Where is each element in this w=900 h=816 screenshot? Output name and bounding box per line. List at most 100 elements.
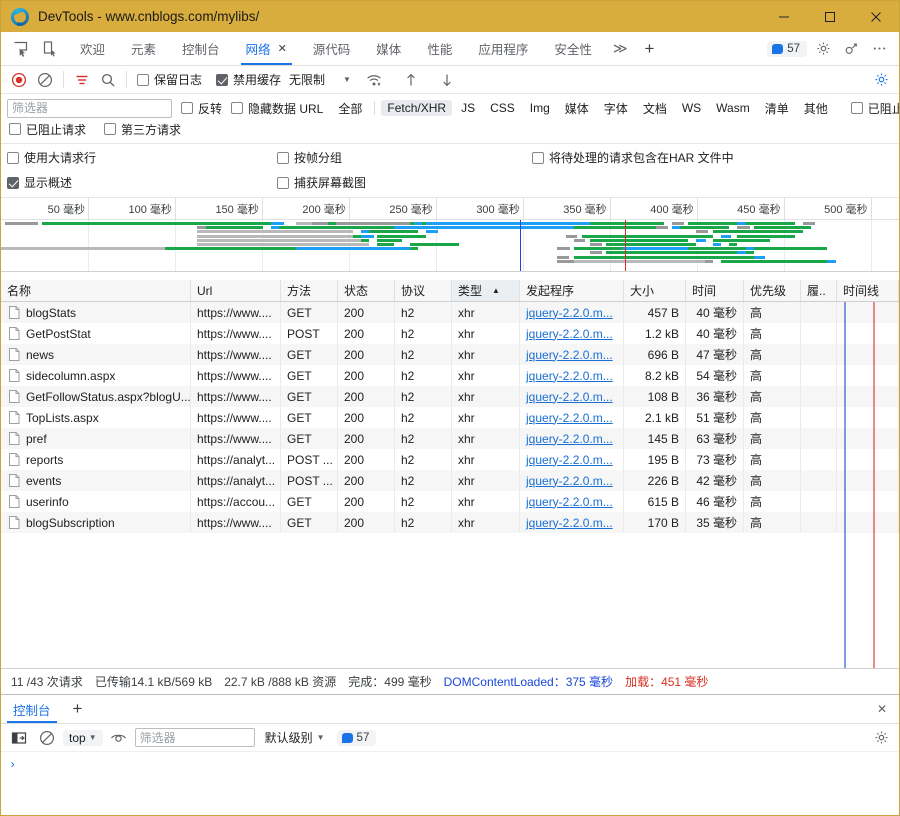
- cell-initiator[interactable]: jquery-2.2.0.m...: [520, 407, 624, 428]
- table-row[interactable]: userinfo https://accou... GET 200 h2 xhr jquer…: [1, 491, 899, 512]
- table-row[interactable]: GetFollowStatus.aspx?blogU... https://www…: [1, 386, 899, 407]
- type-filter-img[interactable]: Img: [524, 100, 556, 116]
- filter-toggle-icon[interactable]: [70, 69, 94, 91]
- type-filter-other[interactable]: 其他: [798, 99, 834, 118]
- tab-elements[interactable]: 元素: [118, 32, 169, 65]
- drawer-add-tab-button[interactable]: +: [63, 695, 93, 723]
- throttling-dropdown[interactable]: 无限制 ▼: [289, 71, 351, 88]
- more-tabs-icon[interactable]: ≫: [605, 32, 636, 65]
- tab-sources[interactable]: 源代码: [300, 32, 364, 65]
- table-row[interactable]: news https://www.... GET 200 h2 xhr jquery-2.2…: [1, 344, 899, 365]
- cell-initiator[interactable]: jquery-2.2.0.m...: [520, 365, 624, 386]
- column-header-3[interactable]: 方法: [281, 280, 338, 301]
- console-level-selector[interactable]: 默认级别 ▼: [265, 729, 325, 746]
- cell-initiator[interactable]: jquery-2.2.0.m...: [520, 344, 624, 365]
- column-header-11[interactable]: 履..: [801, 280, 837, 301]
- table-row[interactable]: sidecolumn.aspx https://www.... GET 200 h2 xh…: [1, 365, 899, 386]
- add-tab-button[interactable]: +: [636, 32, 664, 65]
- column-header-10[interactable]: 优先级: [744, 280, 801, 301]
- settings-gear-icon[interactable]: [811, 37, 835, 61]
- third-party-checkbox[interactable]: 第三方请求: [104, 121, 181, 138]
- customize-icon[interactable]: [839, 37, 863, 61]
- table-row[interactable]: TopLists.aspx https://www.... GET 200 h2 xhr j…: [1, 407, 899, 428]
- type-filter-media[interactable]: 媒体: [559, 99, 595, 118]
- group-by-frame-checkbox[interactable]: 按帧分组: [277, 149, 532, 166]
- tab-welcome[interactable]: 欢迎: [67, 32, 118, 65]
- console-filter-input[interactable]: [134, 728, 255, 747]
- table-row[interactable]: events https://analyt... POST ... 200 h2 xhr j…: [1, 470, 899, 491]
- type-filter-css[interactable]: CSS: [484, 100, 521, 116]
- import-har-icon[interactable]: [399, 69, 423, 91]
- tab-application[interactable]: 应用程序: [465, 32, 541, 65]
- network-settings-icon[interactable]: [869, 69, 893, 91]
- initiator-link[interactable]: jquery-2.2.0.m...: [526, 453, 613, 467]
- cell-initiator[interactable]: jquery-2.2.0.m...: [520, 449, 624, 470]
- cell-initiator[interactable]: jquery-2.2.0.m...: [520, 512, 624, 533]
- big-request-rows-checkbox[interactable]: 使用大请求行: [7, 149, 277, 166]
- invert-checkbox[interactable]: 反转: [181, 100, 222, 117]
- network-conditions-icon[interactable]: [363, 69, 387, 91]
- minimize-button[interactable]: [761, 1, 807, 32]
- device-toolbar-icon[interactable]: [39, 38, 61, 60]
- blocked-cookies-checkbox[interactable]: 已阻止 Cookie: [850, 100, 899, 117]
- type-filter-js[interactable]: JS: [455, 100, 481, 116]
- type-filter-doc[interactable]: 文档: [637, 99, 673, 118]
- initiator-link[interactable]: jquery-2.2.0.m...: [526, 495, 613, 509]
- tab-network[interactable]: 网络 ✕: [233, 32, 300, 65]
- clear-console-icon[interactable]: [35, 727, 59, 749]
- disable-cache-checkbox[interactable]: 禁用缓存: [216, 71, 281, 88]
- type-filter-all[interactable]: 全部: [332, 99, 368, 118]
- initiator-link[interactable]: jquery-2.2.0.m...: [526, 474, 613, 488]
- network-overview[interactable]: 50 毫秒 100 毫秒 150 毫秒 200 毫秒 250 毫秒 300 毫秒 350 毫…: [1, 198, 899, 272]
- table-row[interactable]: pref https://www.... GET 200 h2 xhr jquery-2.2…: [1, 428, 899, 449]
- issues-badge[interactable]: 57: [767, 40, 807, 57]
- column-header-6[interactable]: 类型 ▲: [452, 280, 520, 301]
- cell-initiator[interactable]: jquery-2.2.0.m...: [520, 302, 624, 323]
- live-expression-icon[interactable]: [107, 727, 131, 749]
- tab-close-icon[interactable]: ✕: [278, 42, 287, 55]
- cell-initiator[interactable]: jquery-2.2.0.m...: [520, 386, 624, 407]
- record-button[interactable]: [7, 69, 31, 91]
- column-header-7[interactable]: 发起程序: [520, 280, 624, 301]
- maximize-button[interactable]: [807, 1, 853, 32]
- column-header-8[interactable]: 大小: [624, 280, 686, 301]
- column-header-2[interactable]: Url: [191, 280, 281, 301]
- blocked-requests-checkbox[interactable]: 已阻止请求: [9, 121, 86, 138]
- console-settings-icon[interactable]: [869, 727, 893, 749]
- column-header-9[interactable]: 时间: [686, 280, 744, 301]
- preserve-log-checkbox[interactable]: 保留日志: [137, 71, 202, 88]
- column-header-5[interactable]: 协议: [395, 280, 452, 301]
- cell-initiator[interactable]: jquery-2.2.0.m...: [520, 428, 624, 449]
- type-filter-fetch-xhr[interactable]: Fetch/XHR: [381, 100, 453, 116]
- show-overview-checkbox[interactable]: 显示概述: [7, 174, 277, 191]
- clear-button[interactable]: [33, 69, 57, 91]
- export-har-icon[interactable]: [435, 69, 459, 91]
- table-row[interactable]: GetPostStat https://www.... POST 200 h2 xhr jq…: [1, 323, 899, 344]
- initiator-link[interactable]: jquery-2.2.0.m...: [526, 516, 613, 530]
- console-sidebar-icon[interactable]: [7, 727, 31, 749]
- column-header-1[interactable]: 名称: [1, 280, 191, 301]
- cell-initiator[interactable]: jquery-2.2.0.m...: [520, 470, 624, 491]
- filter-input[interactable]: [7, 98, 172, 118]
- inspect-icon[interactable]: [9, 38, 31, 60]
- initiator-link[interactable]: jquery-2.2.0.m...: [526, 432, 613, 446]
- type-filter-ws[interactable]: WS: [676, 100, 707, 116]
- column-header-12[interactable]: 时间线: [837, 280, 899, 301]
- table-row[interactable]: blogSubscription https://www.... GET 200 h2 x…: [1, 512, 899, 533]
- type-filter-manifest[interactable]: 清单: [759, 99, 795, 118]
- initiator-link[interactable]: jquery-2.2.0.m...: [526, 348, 613, 362]
- search-icon[interactable]: [96, 69, 120, 91]
- initiator-link[interactable]: jquery-2.2.0.m...: [526, 369, 613, 383]
- initiator-link[interactable]: jquery-2.2.0.m...: [526, 306, 613, 320]
- more-options-icon[interactable]: [867, 37, 891, 61]
- console-issues-badge[interactable]: 57: [336, 729, 377, 746]
- table-row[interactable]: reports https://analyt... POST ... 200 h2 xhr…: [1, 449, 899, 470]
- console-context-selector[interactable]: top ▼: [63, 729, 103, 746]
- tab-media[interactable]: 媒体: [363, 32, 414, 65]
- include-pending-har-checkbox[interactable]: 将待处理的请求包含在HAR 文件中: [532, 149, 893, 166]
- column-header-4[interactable]: 状态: [338, 280, 395, 301]
- initiator-link[interactable]: jquery-2.2.0.m...: [526, 327, 613, 341]
- initiator-link[interactable]: jquery-2.2.0.m...: [526, 411, 613, 425]
- tab-performance[interactable]: 性能: [414, 32, 465, 65]
- tab-console[interactable]: 控制台: [169, 32, 233, 65]
